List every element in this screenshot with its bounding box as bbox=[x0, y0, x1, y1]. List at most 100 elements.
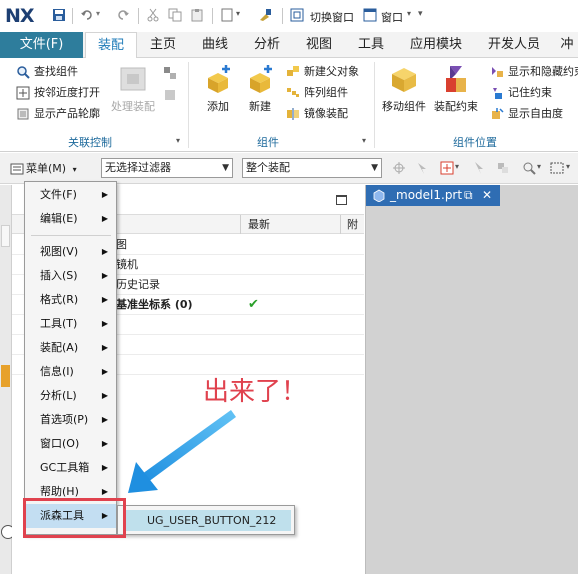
magnify-icon[interactable] bbox=[522, 161, 536, 175]
menu-item-label: 文件(F) bbox=[40, 188, 77, 201]
maximize-icon[interactable] bbox=[336, 195, 347, 205]
menu-item-info[interactable]: 信息(I) ▶ bbox=[25, 360, 116, 384]
window-menu-dropdown-icon[interactable]: ▾ bbox=[407, 9, 411, 18]
redo-icon[interactable] bbox=[116, 8, 130, 22]
group-component-dropdown-icon[interactable]: ▾ bbox=[362, 136, 366, 145]
graphics-window[interactable] bbox=[365, 185, 578, 574]
annotation-text: 出来了！ bbox=[203, 377, 308, 407]
move-component-button[interactable]: 移动组件 bbox=[378, 64, 430, 114]
checkmark-icon: ✔ bbox=[248, 297, 259, 312]
tab-view[interactable]: 视图 bbox=[296, 32, 342, 58]
tab-file[interactable]: 文件(F) bbox=[0, 32, 83, 58]
group-associative-label: 关联控制 bbox=[68, 136, 112, 149]
menu-item-format[interactable]: 格式(R) ▶ bbox=[25, 288, 116, 312]
save-icon[interactable] bbox=[52, 8, 66, 22]
paint-icon[interactable] bbox=[258, 8, 272, 22]
tab-pin-icon[interactable]: ⧉ bbox=[464, 185, 473, 206]
customize-qat-icon[interactable]: ▾ bbox=[418, 9, 423, 19]
show-product-outline-button[interactable]: 显示产品轮廓 bbox=[16, 105, 100, 123]
show-dof-icon bbox=[492, 108, 504, 119]
tab-more[interactable]: 冲 bbox=[556, 32, 578, 58]
select-add-dropdown-icon[interactable]: ▾ bbox=[455, 162, 459, 171]
menu-item-tools[interactable]: 工具(T) ▶ bbox=[25, 312, 116, 336]
add-component-button[interactable]: 添加 bbox=[196, 64, 240, 114]
find-component-icon bbox=[17, 66, 30, 79]
show-hide-constraint-button[interactable]: 显示和隐藏约束 bbox=[490, 63, 578, 81]
open-by-proximity-button[interactable]: 按邻近度打开 bbox=[16, 84, 100, 102]
rectangle-select-dropdown-icon[interactable]: ▾ bbox=[566, 162, 570, 171]
window-icon[interactable] bbox=[363, 8, 377, 22]
chevron-right-icon: ▶ bbox=[101, 391, 108, 400]
pointer-icon[interactable] bbox=[472, 161, 486, 175]
paisen-tools-submenu: UG_USER_BUTTON_212 bbox=[117, 505, 295, 535]
multi-select-icon[interactable] bbox=[496, 161, 510, 175]
part-file-icon bbox=[373, 189, 385, 202]
model-file-label: _model1.prt bbox=[390, 188, 463, 202]
show-dof-button[interactable]: 显示自由度 bbox=[490, 105, 563, 123]
resource-tab-active[interactable] bbox=[1, 365, 10, 387]
menu-item-gc-toolkit[interactable]: GC工具箱 ▶ bbox=[25, 456, 116, 480]
cut-icon[interactable] bbox=[146, 8, 160, 22]
menu-item-file[interactable]: 文件(F) ▶ bbox=[25, 183, 116, 207]
switch-window-label[interactable]: 切换窗口 bbox=[310, 9, 354, 25]
menu-item-analysis[interactable]: 分析(L) ▶ bbox=[25, 384, 116, 408]
window-label[interactable]: 窗口 bbox=[381, 9, 403, 25]
tab-analysis[interactable]: 分析 bbox=[244, 32, 290, 58]
tab-model-file[interactable]: _model1.prt ⧉ ✕ bbox=[366, 185, 500, 206]
group-associative-dropdown-icon[interactable]: ▾ bbox=[176, 136, 180, 145]
resource-tab[interactable] bbox=[1, 225, 10, 247]
snap-icon[interactable] bbox=[392, 161, 406, 175]
show-hide-constraint-icon bbox=[492, 67, 503, 77]
group-option-icon[interactable] bbox=[163, 66, 177, 80]
select-type-icon[interactable] bbox=[416, 161, 430, 175]
tree-row-label: 镜机 bbox=[116, 258, 138, 271]
tab-home[interactable]: 主页 bbox=[140, 32, 186, 58]
tab-assembly[interactable]: 装配 bbox=[85, 32, 137, 59]
remember-constraint-icon bbox=[493, 88, 502, 99]
menu-item-assembly[interactable]: 装配(A) ▶ bbox=[25, 336, 116, 360]
close-icon[interactable]: ✕ bbox=[482, 185, 492, 206]
menu-item-view[interactable]: 视图(V) ▶ bbox=[25, 240, 116, 264]
group-option2-icon[interactable] bbox=[163, 88, 177, 102]
new-window-icon[interactable] bbox=[220, 8, 234, 22]
tab-application[interactable]: 应用模块 bbox=[400, 32, 472, 58]
remember-constraint-button[interactable]: 记住约束 bbox=[490, 84, 552, 102]
window-dropdown-icon[interactable]: ▾ bbox=[236, 9, 240, 18]
tab-curve[interactable]: 曲线 bbox=[192, 32, 238, 58]
chevron-right-icon: ▶ bbox=[101, 343, 108, 352]
mirror-assembly-button[interactable]: 镜像装配 bbox=[286, 105, 348, 123]
menu-item-label: 信息(I) bbox=[40, 365, 74, 378]
chevron-right-icon: ▶ bbox=[101, 367, 108, 376]
column-divider bbox=[340, 215, 341, 234]
rectangle-select-icon[interactable] bbox=[550, 161, 564, 175]
menu-item-edit[interactable]: 编辑(E) ▶ bbox=[25, 207, 116, 231]
array-component-button[interactable]: 阵列组件 bbox=[286, 84, 348, 102]
chevron-right-icon: ▶ bbox=[101, 463, 108, 472]
tab-tools[interactable]: 工具 bbox=[348, 32, 394, 58]
new-parent-button[interactable]: 新建父对象 bbox=[286, 63, 359, 81]
new-component-button[interactable]: 新建 bbox=[240, 64, 280, 114]
menu-item-window[interactable]: 窗口(O) ▶ bbox=[25, 432, 116, 456]
menu-item-preferences[interactable]: 首选项(P) ▶ bbox=[25, 408, 116, 432]
find-component-button[interactable]: 查找组件 bbox=[16, 63, 78, 81]
submenu-item-user-button[interactable]: UG_USER_BUTTON_212 bbox=[125, 510, 291, 531]
tab-developer[interactable]: 开发人员 bbox=[478, 32, 550, 58]
find-component-label: 查找组件 bbox=[34, 65, 78, 78]
switch-window-icon[interactable] bbox=[290, 8, 304, 22]
select-add-icon[interactable] bbox=[440, 161, 454, 175]
menu-button[interactable]: 菜单(M) ▾ bbox=[8, 159, 77, 179]
paste-icon[interactable] bbox=[190, 8, 204, 22]
undo-icon[interactable] bbox=[80, 8, 94, 22]
selection-scope-dropdown[interactable]: 整个装配 ▼ bbox=[242, 158, 382, 178]
show-product-outline-label: 显示产品轮廓 bbox=[34, 107, 100, 120]
menu-item-insert[interactable]: 插入(S) ▶ bbox=[25, 264, 116, 288]
process-assembly-button[interactable]: 处理装配 bbox=[108, 64, 158, 114]
column-more[interactable]: 附 bbox=[347, 215, 358, 234]
ribbon-panel: 查找组件 按邻近度打开 显示产品轮廓 处理装配 关联控制 ▾ 添加 新建 新建父… bbox=[0, 58, 578, 152]
undo-dropdown-icon[interactable]: ▾ bbox=[96, 9, 100, 18]
assembly-constraint-button[interactable]: 装配约束 bbox=[430, 64, 482, 114]
copy-icon[interactable] bbox=[168, 8, 182, 22]
selection-filter-dropdown[interactable]: 无选择过滤器 ▼ bbox=[101, 158, 233, 178]
column-latest[interactable]: 最新 bbox=[248, 215, 270, 234]
magnify-dropdown-icon[interactable]: ▾ bbox=[537, 162, 541, 171]
